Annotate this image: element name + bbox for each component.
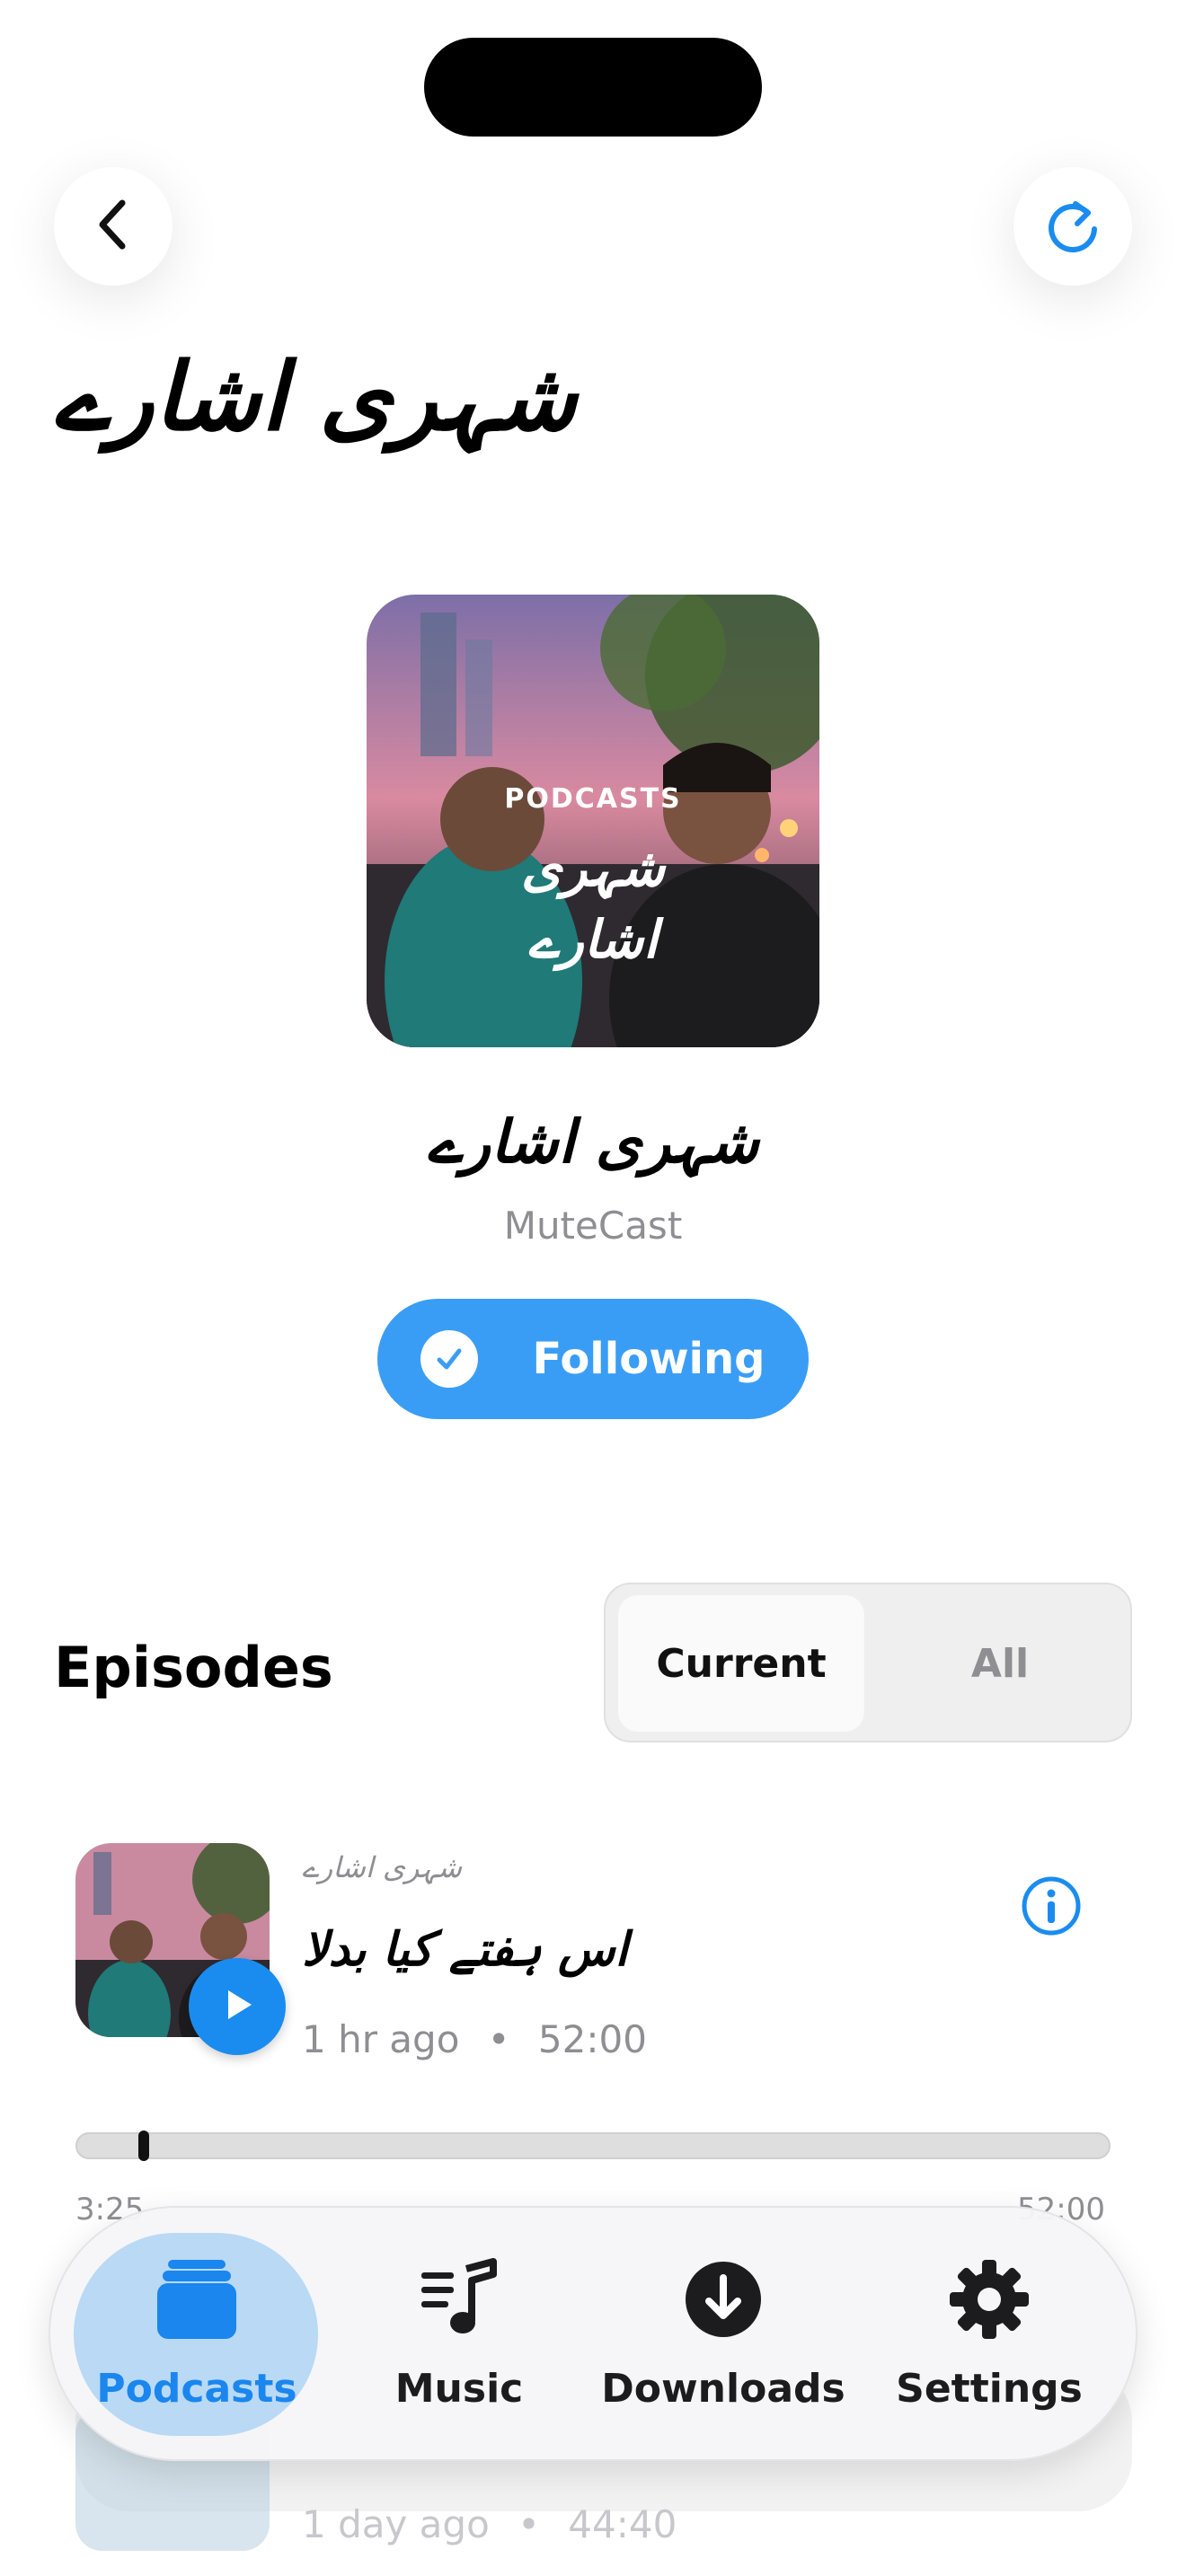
tab-label: Podcasts xyxy=(96,2365,297,2412)
episode-age: 1 day ago xyxy=(302,2502,490,2546)
episode-title[interactable]: اس ہفتے کیا بدلا xyxy=(302,1922,628,1977)
tab-label: Downloads xyxy=(601,2365,845,2412)
refresh-button[interactable] xyxy=(1013,167,1132,286)
podcast-author[interactable]: MuteCast xyxy=(0,1204,1186,1248)
dynamic-island xyxy=(424,38,762,137)
play-episode-button[interactable] xyxy=(189,1958,286,2055)
following-button[interactable]: Following xyxy=(377,1299,809,1419)
tab-label: Settings xyxy=(896,2365,1083,2412)
podcast-title: شہری اشارے xyxy=(427,1107,759,1177)
back-button[interactable] xyxy=(54,167,173,286)
episodes-heading: Episodes xyxy=(54,1635,333,1700)
episode-meta: 1 hr ago • 52:00 xyxy=(302,2017,647,2061)
episode-filter-segmented-control: Current All xyxy=(604,1583,1132,1742)
segment-current[interactable]: Current xyxy=(618,1595,864,1732)
meta-separator: • xyxy=(518,2502,540,2546)
following-label: Following xyxy=(532,1334,766,1384)
play-icon xyxy=(217,1985,257,2028)
meta-separator: • xyxy=(487,2017,510,2061)
info-icon xyxy=(1019,1876,1084,1942)
cover-title-line2: اشارے xyxy=(527,909,659,970)
page-title: شہری اشارے xyxy=(54,341,577,452)
chevron-left-icon xyxy=(92,196,135,257)
cover-title-line1: شہری xyxy=(521,837,665,898)
checkmark-icon xyxy=(420,1330,479,1388)
gear-icon xyxy=(946,2256,1032,2346)
tab-label: Music xyxy=(394,2365,524,2412)
podcast-cover-art: PODCASTS شہری اشارے xyxy=(367,595,819,1047)
podcasts-stack-icon xyxy=(154,2256,240,2346)
segment-all[interactable]: All xyxy=(879,1595,1121,1732)
progress-scrubber-handle[interactable] xyxy=(138,2130,149,2161)
episode-age: 1 hr ago xyxy=(302,2017,460,2061)
tab-settings[interactable]: Settings xyxy=(859,2208,1120,2459)
tab-downloads[interactable]: Downloads xyxy=(593,2208,854,2459)
episode-duration: 44:40 xyxy=(568,2502,677,2546)
music-note-list-icon xyxy=(416,2256,502,2346)
episode-meta: 1 day ago • 44:40 xyxy=(302,2502,677,2546)
tab-bar: Podcasts Music Downloads Settings xyxy=(49,2206,1137,2461)
download-circle-icon xyxy=(680,2256,766,2346)
cover-label: PODCASTS xyxy=(504,783,682,815)
episode-duration: 52:00 xyxy=(537,2017,647,2061)
refresh-icon xyxy=(1041,193,1104,260)
episode-show-name: شہری اشارے xyxy=(302,1850,463,1884)
tab-music[interactable]: Music xyxy=(329,2208,589,2459)
episode-progress-bar[interactable] xyxy=(75,2132,1111,2159)
tab-podcasts[interactable]: Podcasts xyxy=(66,2208,327,2459)
episode-info-button[interactable] xyxy=(1019,1874,1084,1942)
